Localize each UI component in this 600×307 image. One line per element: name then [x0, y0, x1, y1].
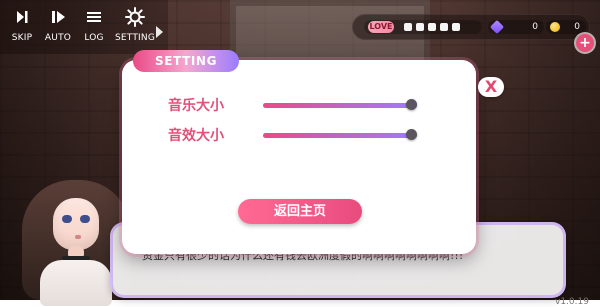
top-status-bar: LOVE 0 0 — [352, 14, 590, 40]
auto-label: AUTO — [44, 33, 72, 43]
affection-square — [416, 23, 424, 31]
plus-icon[interactable]: + — [576, 34, 594, 52]
coin-icon — [550, 22, 560, 32]
character-eye — [62, 215, 72, 223]
auto-button[interactable]: AUTO — [40, 6, 76, 50]
log-label: LOG — [84, 33, 104, 43]
log-button[interactable]: LOG — [76, 6, 112, 50]
gem-counter: 0 — [488, 19, 544, 35]
close-button[interactable]: X — [478, 77, 504, 97]
affection-square — [440, 23, 448, 31]
character-face — [53, 198, 99, 250]
settings-title: SETTING — [133, 50, 239, 72]
auto-play-icon — [40, 6, 76, 28]
affection-square — [452, 23, 460, 31]
character-eye — [80, 215, 90, 223]
sfx-volume-slider[interactable] — [263, 129, 417, 140]
music-volume-label: 音乐大小 — [168, 98, 224, 114]
setting-label: SETTING — [115, 33, 155, 43]
sfx-volume-fill — [263, 133, 417, 138]
music-volume-fill — [263, 103, 417, 108]
skip-label: SKIP — [11, 33, 33, 43]
skip-icon — [4, 6, 40, 28]
sfx-volume-knob[interactable] — [406, 129, 417, 140]
sfx-volume-label: 音效大小 — [168, 128, 224, 144]
settings-modal: v1.0.19 — [122, 60, 589, 307]
music-volume-knob[interactable] — [406, 99, 417, 110]
coin-value: 0 — [574, 22, 580, 32]
top-left-toolbar: SKIP AUTO LOG SETTING — [0, 0, 168, 54]
character-body — [40, 260, 112, 306]
skip-button[interactable]: SKIP — [4, 6, 40, 50]
version-text: v1.0.19 — [555, 297, 589, 307]
coin-counter: 0 — [546, 20, 586, 34]
chevron-right-icon[interactable] — [156, 26, 163, 38]
affection-square — [404, 23, 412, 31]
affection-meter: LOVE — [364, 20, 482, 34]
gem-value: 0 — [532, 22, 538, 32]
affection-square — [428, 23, 436, 31]
music-volume-slider[interactable] — [263, 99, 417, 110]
character-mouth — [75, 235, 81, 239]
setting-button[interactable]: SETTING — [114, 6, 156, 50]
gem-icon — [489, 19, 505, 35]
return-home-button[interactable]: 返回主页 — [238, 199, 362, 224]
heart-logo: LOVE — [368, 21, 394, 33]
log-list-icon — [76, 6, 112, 28]
gear-icon — [114, 6, 156, 28]
